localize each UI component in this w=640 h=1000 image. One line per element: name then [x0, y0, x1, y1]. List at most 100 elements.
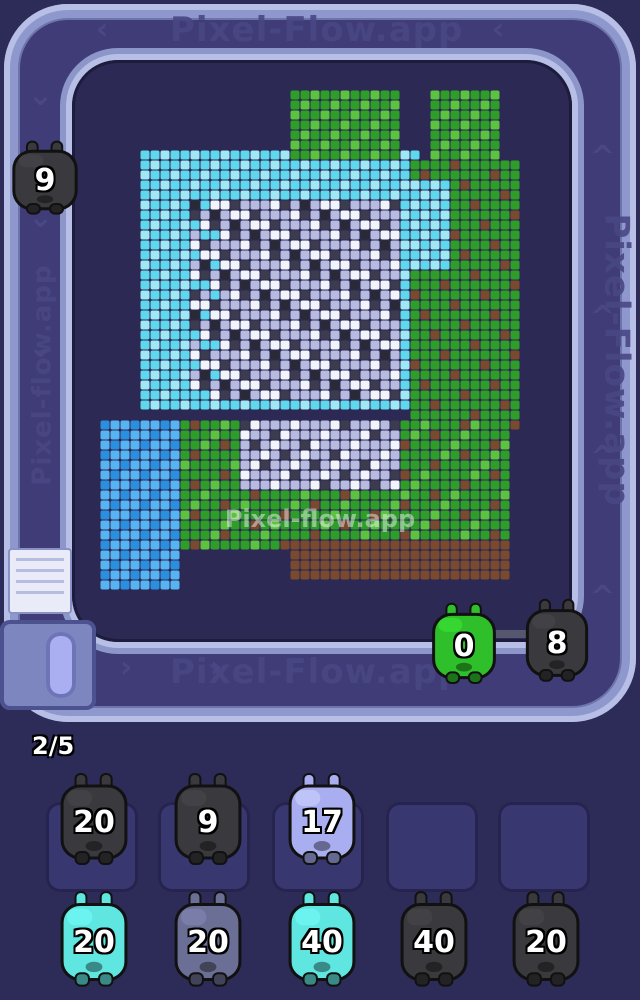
pixel-cell — [390, 90, 400, 100]
pixel-cell — [290, 100, 300, 110]
pixel-cell — [420, 540, 430, 550]
pixel-cell — [450, 470, 460, 480]
pixel-cell — [490, 160, 500, 170]
pixel-cell — [500, 320, 510, 330]
queue-pig[interactable]: 40 — [392, 890, 476, 994]
pixel-cell — [310, 330, 320, 340]
slot[interactable] — [498, 802, 590, 892]
pixel-cell — [310, 440, 320, 450]
pixel-cell — [350, 220, 360, 230]
pixel-cell — [510, 370, 520, 380]
pixel-cell — [290, 370, 300, 380]
pixel-cell — [370, 170, 380, 180]
pixel-cell — [460, 490, 470, 500]
pixel-cell — [330, 480, 340, 490]
pixel-cell — [300, 380, 310, 390]
pixel-cell — [200, 200, 210, 210]
pixel-cell — [480, 350, 490, 360]
pixel-cell — [220, 420, 230, 430]
pixel-cell — [240, 210, 250, 220]
pixel-cell — [490, 420, 500, 430]
pixel-cell — [460, 130, 470, 140]
pixel-cell — [330, 330, 340, 340]
pixel-cell — [200, 430, 210, 440]
pixel-cell — [410, 410, 420, 420]
pixel-cell — [150, 560, 160, 570]
pixel-cell — [490, 400, 500, 410]
pixel-cell — [440, 280, 450, 290]
belt-pig[interactable]: 8 — [518, 598, 596, 688]
queue-pig[interactable]: 20 — [166, 890, 250, 994]
belt-pig[interactable]: 9 — [4, 140, 86, 220]
pixel-cell — [350, 200, 360, 210]
pixel-cell — [460, 300, 470, 310]
pixel-cell — [370, 150, 380, 160]
pixel-cell — [380, 430, 390, 440]
pixel-cell — [390, 550, 400, 560]
pixel-cell — [470, 100, 480, 110]
pixel-cell — [190, 310, 200, 320]
pixel-cell — [190, 380, 200, 390]
slot-pig[interactable]: 17 — [280, 772, 364, 872]
pixel-cell — [450, 110, 460, 120]
queue-pig[interactable]: 40 — [280, 890, 364, 994]
belt-pig[interactable]: 0 — [424, 602, 504, 690]
pixel-cell — [170, 190, 180, 200]
pixel-cell — [270, 320, 280, 330]
pixel-cell — [380, 210, 390, 220]
pixel-cell — [330, 550, 340, 560]
pixel-cell — [440, 140, 450, 150]
pixel-cell — [470, 440, 480, 450]
queue-pig[interactable]: 20 — [504, 890, 588, 994]
pixel-cell — [270, 390, 280, 400]
pixel-cell — [200, 170, 210, 180]
pixel-cell — [150, 540, 160, 550]
pixel-cell — [300, 260, 310, 270]
pixel-cell — [310, 450, 320, 460]
pixel-cell — [450, 120, 460, 130]
slot-pig[interactable]: 9 — [166, 772, 250, 872]
pixel-cell — [310, 460, 320, 470]
pixel-cell — [160, 200, 170, 210]
pixel-cell — [310, 430, 320, 440]
pixel-cell — [270, 170, 280, 180]
pixel-cell — [480, 120, 490, 130]
pixel-cell — [200, 220, 210, 230]
pixel-cell — [380, 340, 390, 350]
pixel-cell — [160, 340, 170, 350]
pixel-cell — [430, 160, 440, 170]
slot[interactable] — [386, 802, 478, 892]
pixel-cell — [280, 300, 290, 310]
pixel-cell — [270, 250, 280, 260]
queue-pig[interactable]: 20 — [52, 890, 136, 994]
pixel-cell — [450, 490, 460, 500]
pixel-cell — [460, 90, 470, 100]
pixel-cell — [260, 350, 270, 360]
pixel-cell — [310, 290, 320, 300]
pixel-cell — [160, 460, 170, 470]
pixel-cell — [220, 290, 230, 300]
pixel-cell — [410, 340, 420, 350]
pixel-cell — [410, 280, 420, 290]
pixel-cell — [450, 540, 460, 550]
pixel-cell — [210, 350, 220, 360]
pixel-cell — [330, 160, 340, 170]
pixel-cell — [280, 350, 290, 360]
chevron-up-icon: ^ — [590, 140, 616, 175]
launcher-dock[interactable] — [0, 620, 96, 710]
pixel-cell — [330, 380, 340, 390]
pixel-cell — [140, 550, 150, 560]
pixel-cell — [210, 380, 220, 390]
pixel-cell — [110, 440, 120, 450]
pixel-cell — [160, 550, 170, 560]
pixel-cell — [150, 480, 160, 490]
pixel-cell — [380, 440, 390, 450]
pixel-cell — [250, 420, 260, 430]
pixel-cell — [290, 110, 300, 120]
pixel-cell — [470, 360, 480, 370]
pixel-cell — [340, 370, 350, 380]
pixel-cell — [430, 290, 440, 300]
pixel-cell — [350, 140, 360, 150]
slot-pig[interactable]: 20 — [52, 772, 136, 872]
pixel-cell — [380, 540, 390, 550]
